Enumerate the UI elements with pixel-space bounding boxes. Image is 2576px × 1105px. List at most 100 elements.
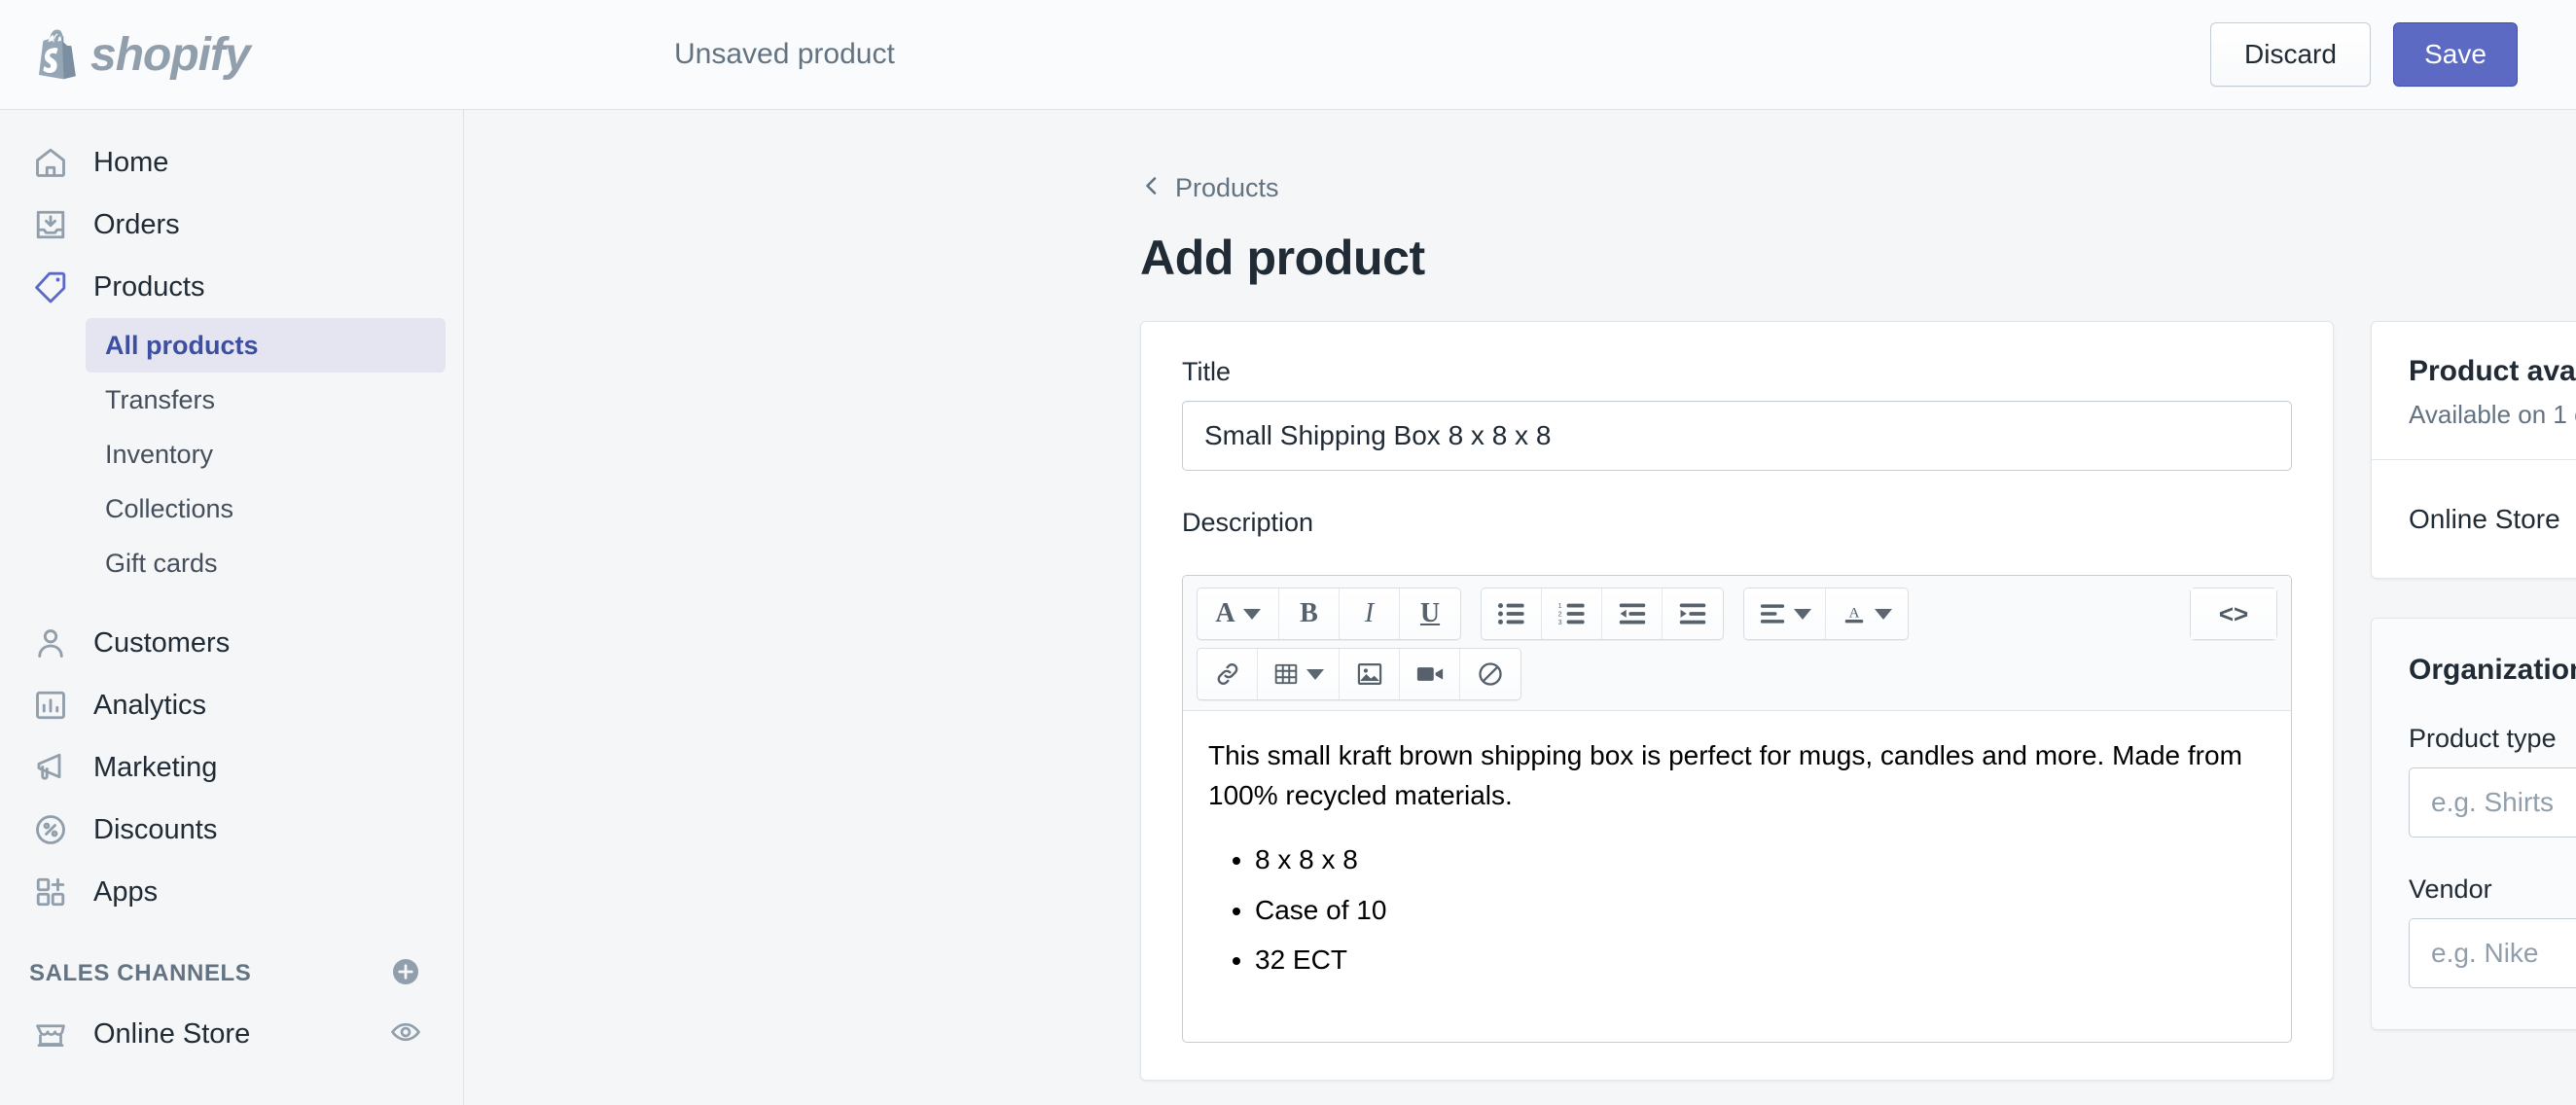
sidebar-item-label: Customers: [93, 626, 231, 659]
unsaved-product-title: Unsaved product: [674, 38, 895, 70]
title-field-label: Title: [1182, 357, 1232, 386]
sidebar-item-customers[interactable]: Customers: [0, 612, 463, 674]
text-color-dropdown[interactable]: A: [1826, 588, 1908, 639]
breadcrumb[interactable]: Products: [1140, 172, 1279, 204]
html-code-button[interactable]: <>: [2191, 588, 2276, 639]
product-availability-title: Product availability: [2409, 355, 2576, 387]
save-button[interactable]: Save: [2393, 22, 2518, 87]
discard-button[interactable]: Discard: [2210, 22, 2371, 87]
organization-content: Organization Product type e.g. Shirts Ve…: [2372, 619, 2576, 1029]
marketing-megaphone-icon: [29, 746, 72, 789]
eye-icon[interactable]: [389, 1016, 463, 1053]
format-style-dropdown[interactable]: A: [1198, 588, 1279, 639]
sidebar-item-home[interactable]: Home: [0, 131, 463, 194]
sidebar-item-collections[interactable]: Collections: [86, 481, 446, 536]
sidebar-item-orders[interactable]: Orders: [0, 194, 463, 256]
svg-text:A: A: [1849, 604, 1860, 621]
vendor-label: Vendor: [2409, 874, 2492, 904]
sales-channels-header: SALES CHANNELS: [0, 945, 463, 1003]
chevron-down-icon: [1306, 668, 1324, 680]
italic-button[interactable]: I: [1340, 588, 1400, 639]
plus-circle-icon[interactable]: [389, 955, 422, 993]
primary-column: Title Description A B: [1140, 321, 2334, 1105]
sidebar-nav: Home Orders Products All products Transf…: [0, 110, 464, 1105]
sidebar-divider-gap-2: [0, 923, 463, 945]
vendor-combobox: [2409, 918, 2576, 988]
shopify-bag-icon: [39, 29, 76, 80]
chevron-left-icon: [1140, 172, 1163, 204]
text-format-group: A B I U: [1197, 588, 1461, 640]
sidebar-divider-gap: [0, 590, 463, 612]
main-content: Products Add product Title Description: [465, 110, 2576, 1105]
sidebar-item-online-store[interactable]: Online Store: [0, 1003, 463, 1065]
organization-title: Organization: [2409, 654, 2576, 686]
top-bar: shopify Unsaved product Discard Save: [0, 0, 2576, 110]
sidebar-item-label: Analytics: [93, 689, 207, 721]
sidebar-item-analytics[interactable]: Analytics: [0, 674, 463, 736]
chevron-down-icon: [1793, 608, 1811, 620]
editor-toolbar-row-1: A B I U 1 2 3 A <>: [1197, 588, 2277, 640]
editor-toolbar: A B I U 1 2 3 A <>: [1183, 576, 2291, 711]
editor-toolbar-row-2: [1197, 648, 2277, 700]
layout-columns: Title Description A B: [1140, 321, 2576, 1105]
product-type-field: Product type: [2409, 724, 2576, 838]
sidebar-subitem-label: Gift cards: [105, 548, 218, 578]
product-availability-subtitle: Available on 1 of 1 channels and apps: [2409, 400, 2576, 429]
list-group: 1 2 3: [1481, 588, 1724, 640]
sidebar-item-discounts[interactable]: Discounts: [0, 799, 463, 861]
apps-icon: [29, 871, 72, 913]
description-bullet: 8 x 8 x 8: [1255, 840, 2266, 880]
description-field-label: Description: [1182, 508, 1314, 537]
description-body[interactable]: This small kraft brown shipping box is p…: [1183, 711, 2291, 1042]
indent-button[interactable]: [1663, 588, 1723, 639]
insert-video-button[interactable]: [1400, 649, 1460, 699]
discounts-icon: [29, 808, 72, 851]
align-color-group: A: [1743, 588, 1909, 640]
sidebar-item-gift-cards[interactable]: Gift cards: [86, 536, 446, 590]
secondary-column: Product availability Manage Available on…: [2371, 321, 2576, 1105]
sidebar-item-label: Marketing: [93, 751, 218, 783]
html-code-group: <>: [2190, 588, 2277, 640]
sidebar-item-label: Online Store: [93, 1017, 251, 1050]
html-code-label: <>: [2218, 598, 2249, 628]
sidebar-subitem-label: All products: [105, 330, 259, 360]
product-type-label: Product type: [2409, 724, 2557, 753]
description-bullet-list: 8 x 8 x 8 Case of 10 32 ECT: [1255, 840, 2266, 980]
sidebar-item-marketing[interactable]: Marketing: [0, 736, 463, 799]
shopify-logo[interactable]: shopify: [0, 0, 464, 109]
insert-image-button[interactable]: [1340, 649, 1400, 699]
sidebar-item-apps[interactable]: Apps: [0, 861, 463, 923]
shopify-wordmark: shopify: [90, 28, 251, 81]
product-type-combobox: [2409, 767, 2576, 838]
underline-button[interactable]: U: [1400, 588, 1460, 639]
vendor-input[interactable]: [2409, 918, 2576, 988]
product-type-input[interactable]: [2409, 767, 2576, 838]
storefront-icon: [29, 1013, 72, 1055]
sidebar-item-all-products[interactable]: All products: [86, 318, 446, 373]
numbered-list-button[interactable]: 1 2 3: [1542, 588, 1602, 639]
svg-text:3: 3: [1557, 618, 1561, 625]
clear-formatting-button[interactable]: [1460, 649, 1521, 699]
channel-name: Online Store: [2409, 503, 2560, 534]
insert-table-dropdown[interactable]: [1258, 649, 1340, 699]
insert-link-button[interactable]: [1198, 649, 1258, 699]
sidebar-item-products[interactable]: Products: [0, 256, 463, 318]
product-availability-card: Product availability Manage Available on…: [2371, 321, 2576, 579]
breadcrumb-label: Products: [1175, 173, 1279, 202]
sidebar-item-label: Discounts: [93, 813, 218, 845]
sidebar-item-inventory[interactable]: Inventory: [86, 427, 446, 481]
description-bullet: 32 ECT: [1255, 941, 2266, 980]
sidebar-subitem-label: Collections: [105, 493, 234, 523]
description-bullet: Case of 10: [1255, 891, 2266, 931]
align-dropdown[interactable]: [1744, 588, 1826, 639]
availability-channel-row: Online Store: [2372, 459, 2576, 578]
sidebar-item-label: Home: [93, 146, 169, 178]
sidebar-item-transfers[interactable]: Transfers: [86, 373, 446, 427]
organization-card: Organization Product type e.g. Shirts Ve…: [2371, 618, 2576, 1030]
orders-icon: [29, 203, 72, 246]
outdent-button[interactable]: [1602, 588, 1663, 639]
bulleted-list-button[interactable]: [1482, 588, 1542, 639]
description-editor: A B I U 1 2 3 A <> This small kraft brow…: [1182, 575, 2292, 1043]
bold-button[interactable]: B: [1279, 588, 1340, 639]
title-input[interactable]: [1182, 401, 2292, 471]
